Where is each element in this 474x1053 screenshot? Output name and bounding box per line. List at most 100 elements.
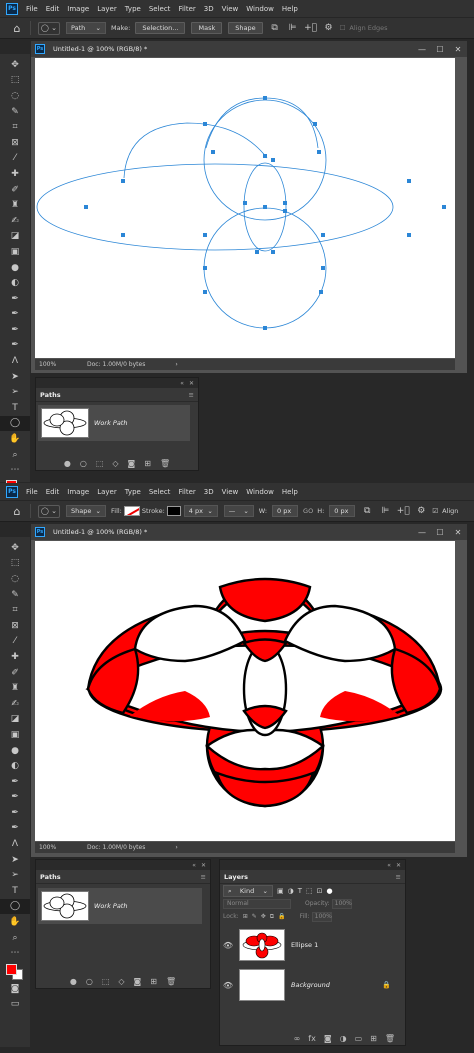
lock-all-icon[interactable]: 🔒 bbox=[278, 913, 285, 920]
move-icon[interactable]: ✥ bbox=[0, 540, 30, 556]
freeform-pen-icon[interactable]: ✒ bbox=[0, 307, 30, 323]
brush-icon[interactable]: ✐ bbox=[0, 665, 30, 681]
home-icon[interactable]: ⌂ bbox=[8, 22, 26, 35]
extra-tools-icon[interactable]: ⋯ bbox=[0, 462, 30, 478]
close-icon[interactable]: ✕ bbox=[449, 45, 467, 54]
anchor-point[interactable] bbox=[407, 233, 411, 237]
lock-image-icon[interactable]: ✎ bbox=[252, 913, 257, 920]
lock-position-icon[interactable]: ✥ bbox=[261, 913, 266, 920]
extra-tools-icon[interactable]: ⋯ bbox=[0, 945, 30, 961]
hand-icon[interactable]: ✋ bbox=[0, 914, 30, 930]
align-edges-checkbox[interactable]: ☑ bbox=[432, 507, 438, 515]
mode-dropdown[interactable]: Shape ⌄ bbox=[66, 505, 106, 517]
add-anchor-icon[interactable]: ✒ bbox=[0, 821, 30, 837]
anchor-point[interactable] bbox=[211, 150, 215, 154]
filter-pixel-icon[interactable]: ▣ bbox=[277, 887, 284, 895]
dodge-icon[interactable]: ◐ bbox=[0, 275, 30, 291]
status-arrow-icon[interactable]: › bbox=[175, 844, 177, 851]
align-edges-checkbox[interactable]: ☐ bbox=[340, 24, 346, 32]
stamp-icon[interactable]: ♜ bbox=[0, 680, 30, 696]
path-arrangement-icon[interactable]: +⃞ bbox=[397, 505, 410, 517]
menu-3d[interactable]: 3D bbox=[200, 5, 218, 13]
panel-menu-icon[interactable]: ≡ bbox=[396, 873, 401, 881]
eyedropper-icon[interactable]: ⁄ bbox=[0, 151, 30, 167]
eraser-icon[interactable]: ◪ bbox=[0, 229, 30, 245]
fill-swatch[interactable] bbox=[123, 506, 140, 516]
blend-mode-dropdown[interactable]: Normal bbox=[223, 898, 291, 909]
stamp-icon[interactable]: ♜ bbox=[0, 197, 30, 213]
stroke-type-dropdown[interactable]: — ⌄ bbox=[223, 505, 254, 517]
minimize-icon[interactable]: — bbox=[413, 45, 431, 54]
anchor-point[interactable] bbox=[84, 205, 88, 209]
add-mask-icon[interactable]: ◙ bbox=[134, 977, 142, 986]
canvas[interactable] bbox=[35, 541, 455, 841]
add-anchor-icon[interactable]: ✒ bbox=[0, 338, 30, 354]
new-layer-icon[interactable]: ⊞ bbox=[370, 1034, 377, 1043]
hand-icon[interactable]: ✋ bbox=[0, 431, 30, 447]
load-selection-icon[interactable]: ⬚ bbox=[96, 459, 104, 468]
convert-point-icon[interactable]: ᐱ bbox=[0, 836, 30, 852]
opacity-field[interactable]: 100% bbox=[331, 898, 352, 909]
menu-filter[interactable]: Filter bbox=[174, 488, 199, 496]
menu-help[interactable]: Help bbox=[278, 488, 302, 496]
anchor-point[interactable] bbox=[319, 290, 323, 294]
menu-image[interactable]: Image bbox=[63, 5, 93, 13]
menu-window[interactable]: Window bbox=[242, 488, 278, 496]
anchor-point[interactable] bbox=[317, 150, 321, 154]
layer-row-background[interactable]: 👁 Background 🔒 bbox=[221, 966, 397, 1004]
move-icon[interactable]: ✥ bbox=[0, 57, 30, 73]
eye-icon[interactable]: 👁 bbox=[221, 941, 235, 950]
panel-menu-icon[interactable]: ≡ bbox=[201, 873, 206, 881]
zoom-icon[interactable]: ⌕ bbox=[0, 447, 30, 463]
direct-select-icon[interactable]: ➢ bbox=[0, 384, 30, 400]
anchor-point[interactable] bbox=[121, 233, 125, 237]
menu-edit[interactable]: Edit bbox=[42, 5, 64, 13]
eraser-icon[interactable]: ◪ bbox=[0, 712, 30, 728]
freeform-pen-icon[interactable]: ✒ bbox=[0, 790, 30, 806]
link-dimensions-icon[interactable]: GO bbox=[303, 507, 313, 515]
anchor-point[interactable] bbox=[203, 122, 207, 126]
shape-button[interactable]: Shape bbox=[228, 22, 263, 34]
anchor-point[interactable] bbox=[121, 179, 125, 183]
add-mask-icon[interactable]: ◙ bbox=[324, 1034, 332, 1043]
paths-tab[interactable]: Paths ≡ bbox=[36, 388, 198, 402]
history-brush-icon[interactable]: ✍ bbox=[0, 213, 30, 229]
anchor-point[interactable] bbox=[263, 154, 267, 158]
delete-layer-icon[interactable]: 🗑 bbox=[385, 1034, 395, 1043]
screen-mode-icon[interactable]: ▭ bbox=[0, 997, 30, 1013]
filter-toggle-icon[interactable]: ● bbox=[327, 887, 333, 895]
menu-file[interactable]: File bbox=[22, 488, 42, 496]
filter-kind-dropdown[interactable]: ⌕ Kind ⌄ bbox=[223, 885, 273, 897]
anchor-point[interactable] bbox=[263, 205, 267, 209]
anchor-point[interactable] bbox=[263, 326, 267, 330]
lock-artboard-icon[interactable]: ⧉ bbox=[270, 913, 274, 921]
minimize-icon[interactable]: — bbox=[413, 528, 431, 537]
marquee-icon[interactable]: ⬚ bbox=[0, 73, 30, 89]
mode-dropdown[interactable]: Path ⌄ bbox=[66, 22, 106, 34]
gear-icon[interactable]: ⚙ bbox=[415, 505, 427, 517]
foreground-color-swatch[interactable] bbox=[6, 964, 17, 976]
curvature-pen-icon[interactable]: ✒ bbox=[0, 322, 30, 338]
lock-transparent-icon[interactable]: ⊞ bbox=[243, 913, 248, 920]
collapse-icon[interactable]: « bbox=[192, 862, 196, 869]
anchor-point[interactable] bbox=[271, 158, 275, 162]
anchor-point[interactable] bbox=[313, 122, 317, 126]
maximize-icon[interactable]: ☐ bbox=[431, 45, 449, 54]
status-arrow-icon[interactable]: › bbox=[175, 361, 177, 368]
tool-preset-picker[interactable]: ◯ ⌄ bbox=[38, 21, 60, 35]
load-selection-icon[interactable]: ⬚ bbox=[102, 977, 110, 986]
filter-smart-object-icon[interactable]: ⊡ bbox=[317, 887, 323, 895]
anchor-point[interactable] bbox=[283, 209, 287, 213]
menu-3d[interactable]: 3D bbox=[200, 488, 218, 496]
ellipse-tool-icon[interactable]: ◯ bbox=[0, 415, 30, 432]
menu-filter[interactable]: Filter bbox=[174, 5, 199, 13]
delete-path-icon[interactable]: 🗑 bbox=[160, 459, 170, 468]
menu-view[interactable]: View bbox=[218, 488, 243, 496]
menu-layer[interactable]: Layer bbox=[93, 5, 121, 13]
crop-icon[interactable]: ⌗ bbox=[0, 602, 30, 618]
path-alignment-icon[interactable]: ⊫ bbox=[287, 22, 299, 34]
add-mask-icon[interactable]: ◙ bbox=[128, 459, 136, 468]
anchor-point[interactable] bbox=[321, 233, 325, 237]
anchor-point[interactable] bbox=[263, 96, 267, 100]
healing-icon[interactable]: ✚ bbox=[0, 649, 30, 665]
